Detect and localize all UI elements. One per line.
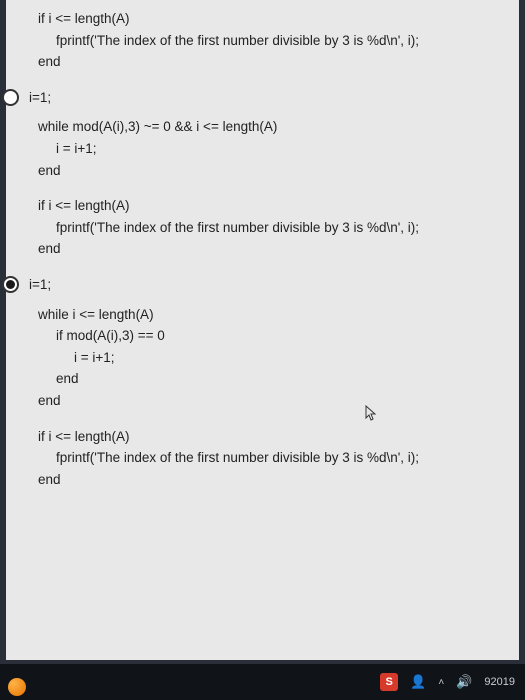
code-line: if mod(A(i),3) == 0: [20, 325, 505, 347]
code-line: i = i+1;: [20, 138, 505, 160]
tray-app-icon[interactable]: S: [380, 673, 398, 691]
code-line: fprintf('The index of the first number d…: [20, 30, 505, 52]
taskbar-app-icon[interactable]: [8, 678, 26, 696]
option-a-code-if: if i <= length(A) fprintf('The index of …: [20, 195, 505, 260]
radio-selected-icon[interactable]: [2, 276, 19, 293]
clock-date: 2019: [491, 676, 515, 688]
code-line: end: [20, 238, 505, 260]
taskbar-clock[interactable]: 9 2019: [484, 676, 515, 688]
code-line: while mod(A(i),3) ~= 0 && i <= length(A): [20, 116, 505, 138]
radio-unselected-icon[interactable]: [2, 89, 19, 106]
code-line: end: [20, 368, 505, 390]
option-a-code-while: while mod(A(i),3) ~= 0 && i <= length(A)…: [20, 116, 505, 181]
code-fragment-top: if i <= length(A) fprintf('The index of …: [20, 8, 505, 73]
option-b[interactable]: i=1;: [2, 274, 505, 296]
code-line: if i <= length(A): [20, 426, 505, 448]
code-line: if i <= length(A): [20, 195, 505, 217]
code-line: fprintf('The index of the first number d…: [20, 217, 505, 239]
option-a[interactable]: i=1;: [2, 87, 505, 109]
code-line: end: [20, 160, 505, 182]
code-line: end: [20, 390, 505, 412]
code-line: end: [20, 469, 505, 491]
code-line: while i <= length(A): [20, 304, 505, 326]
option-a-header: i=1;: [29, 87, 51, 109]
sound-icon[interactable]: 🔊: [456, 674, 472, 690]
tray-expand-icon[interactable]: ˄: [438, 677, 444, 688]
code-line: if i <= length(A): [20, 8, 505, 30]
code-line: end: [20, 51, 505, 73]
option-b-code-while: while i <= length(A) if mod(A(i),3) == 0…: [20, 304, 505, 412]
windows-taskbar[interactable]: S 👤 ˄ 🔊 9 2019: [0, 664, 525, 700]
option-b-code-if: if i <= length(A) fprintf('The index of …: [20, 426, 505, 491]
people-icon[interactable]: 👤: [410, 674, 426, 690]
code-line: fprintf('The index of the first number d…: [20, 447, 505, 469]
option-b-header: i=1;: [29, 274, 51, 296]
code-line: i = i+1;: [20, 347, 505, 369]
quiz-content: if i <= length(A) fprintf('The index of …: [6, 0, 519, 660]
